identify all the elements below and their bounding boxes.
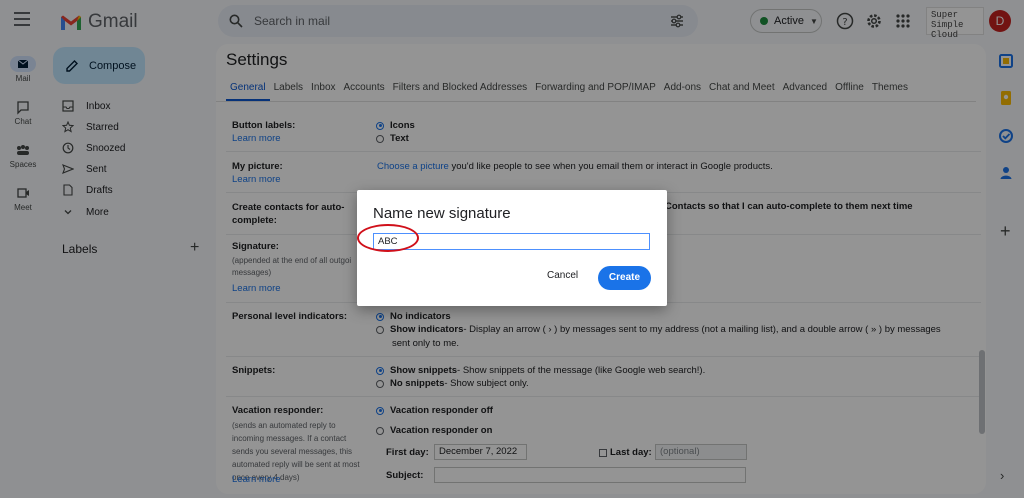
name-signature-dialog: Name new signature ABC Cancel Create	[357, 190, 667, 306]
cancel-button[interactable]: Cancel	[547, 270, 578, 281]
create-button[interactable]: Create	[598, 266, 651, 290]
dialog-title: Name new signature	[373, 205, 511, 222]
annotation-ellipse	[357, 224, 419, 252]
